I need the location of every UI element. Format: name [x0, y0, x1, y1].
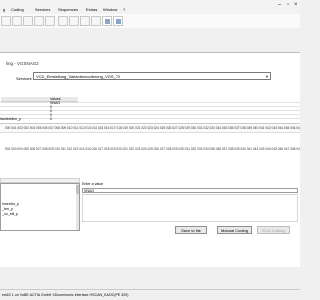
enter-value-input[interactable]: SNAG	[82, 188, 298, 193]
enter-value-label: Enter a value	[82, 182, 104, 186]
restore-icon[interactable]: ▫	[287, 2, 289, 8]
services-label: Services:	[16, 76, 33, 81]
coding-window	[0, 52, 300, 267]
toolbar-button-1[interactable]	[1, 16, 11, 26]
toolbar-button-5[interactable]	[45, 16, 55, 26]
menu-item-extras[interactable]: Extras	[86, 7, 97, 12]
chevron-down-icon[interactable]: ▼	[265, 73, 269, 80]
toolbar-button-9[interactable]	[91, 16, 101, 26]
parameter-list[interactable]: innenfor_p _fen_p _vo_stil_p	[0, 183, 80, 231]
menu-item-sequences[interactable]: Sequences	[58, 7, 78, 12]
value-cell[interactable]: 0	[50, 117, 52, 121]
byte-index-row-2: 002 003 004 005 006 007 008 009 010 011 …	[5, 147, 300, 151]
close-icon[interactable]: ×	[294, 2, 298, 8]
list-item[interactable]: _vo_stil_p	[2, 212, 18, 216]
menu-item-g[interactable]: g	[3, 7, 5, 12]
byte-index-row: 000 001 002 003 004 005 006 007 008 009 …	[0, 124, 300, 133]
save-to-file-button[interactable]: Save to file	[175, 226, 207, 234]
toolbar-button-4[interactable]	[34, 16, 44, 26]
toolbar-button-7[interactable]	[69, 16, 79, 26]
status-bar: enAS 1 on VoBE ACTIA GmbH XDcommunic int…	[0, 289, 300, 300]
menu-bar: g Coding Services Sequences Extras Windo…	[0, 0, 300, 15]
row-label[interactable]: itaufstellen_p	[0, 117, 21, 121]
services-selected-value: VCD_Einstellung_Variantencodierung_VGS_7…	[36, 74, 121, 79]
list-scrollbar[interactable]	[76, 184, 79, 230]
ecu-coding-button[interactable]: ECU Coding	[257, 226, 290, 234]
services-dropdown[interactable]: VCD_Einstellung_Variantencodierung_VGS_7…	[33, 72, 271, 80]
toolbar-diagnostic-icon[interactable]	[102, 16, 112, 26]
manual-coding-button[interactable]: Manual Coding	[217, 226, 252, 234]
toolbar-button-2[interactable]	[12, 16, 22, 26]
toolbar-config-icon[interactable]	[113, 16, 123, 26]
menu-item-coding[interactable]: Coding	[11, 7, 24, 12]
minimize-icon[interactable]: –	[278, 2, 281, 8]
values-table-header	[1, 97, 78, 102]
list-item[interactable]: _fen_p	[2, 207, 13, 211]
list-item[interactable]: innenfor_p	[2, 202, 19, 206]
menu-item-window[interactable]: Window	[103, 7, 117, 12]
toolbar	[0, 14, 300, 28]
window-title: ling - VGSNAG2	[6, 61, 39, 66]
menu-item-help[interactable]: ?	[123, 7, 125, 12]
menu-item-services[interactable]: Services	[35, 7, 50, 12]
toolbar-button-8[interactable]	[80, 16, 90, 26]
toolbar-button-6[interactable]	[58, 16, 68, 26]
value-detail-area	[82, 194, 298, 222]
toolbar-button-3[interactable]	[23, 16, 33, 26]
